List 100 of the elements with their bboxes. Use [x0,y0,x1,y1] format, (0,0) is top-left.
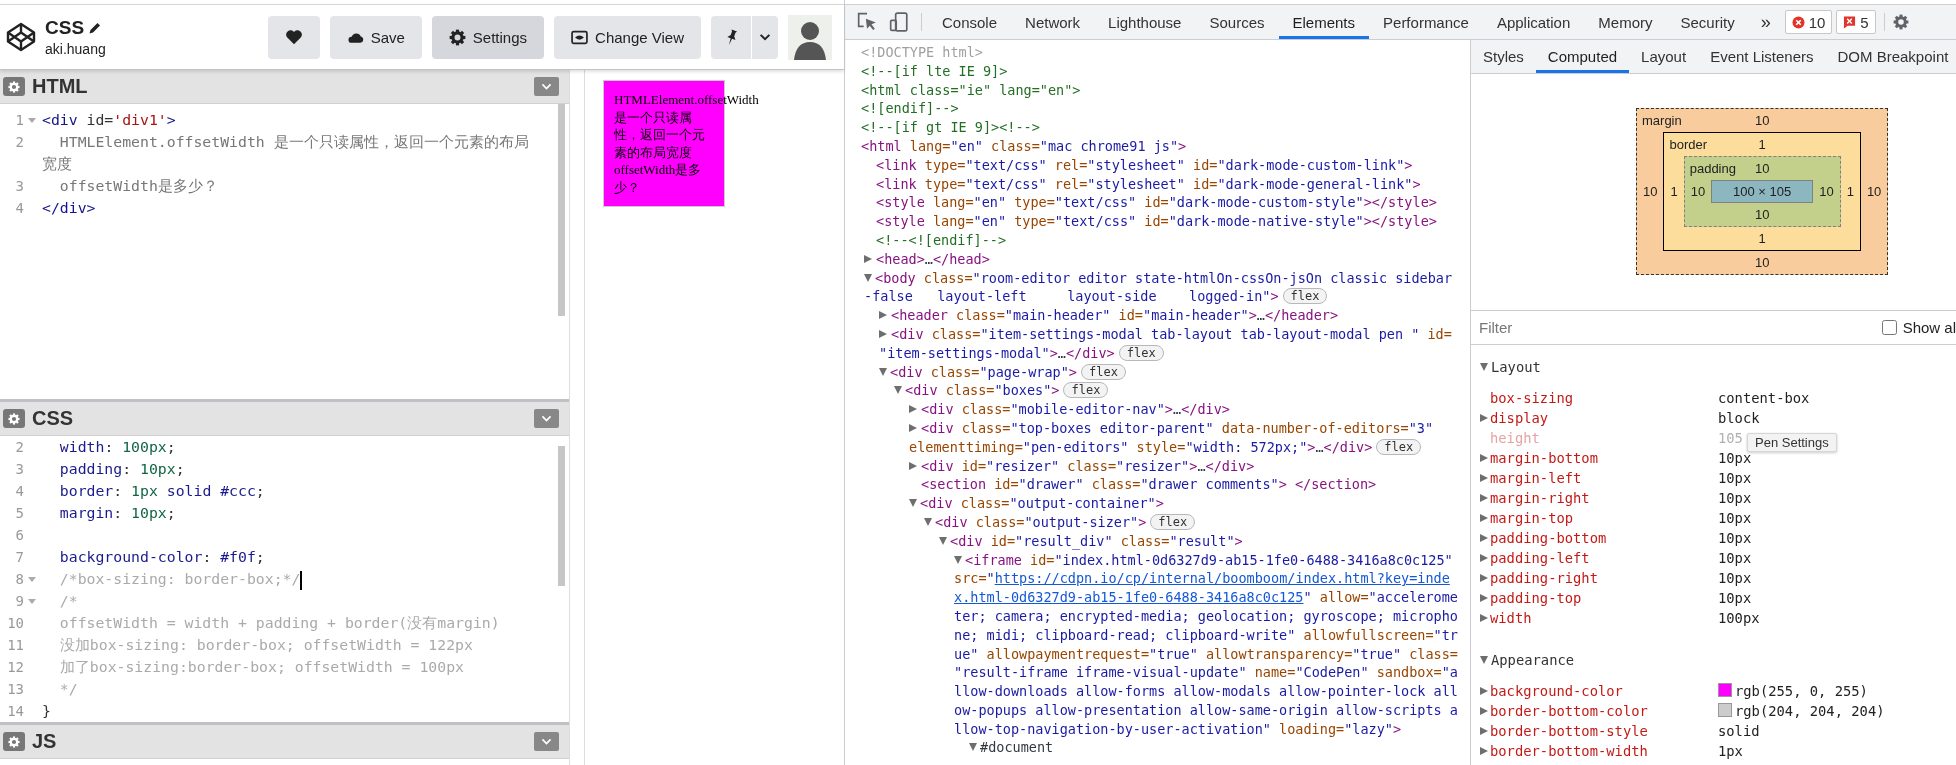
settings-button[interactable]: Settings [431,15,545,59]
dom-node-text[interactable]: <div id="resizer" class="resizer">…</div> [921,457,1255,474]
triangle-down-icon[interactable] [894,386,902,395]
section-title[interactable]: Appearance [1491,650,1575,670]
scrollbar-thumb[interactable] [558,104,565,316]
dom-node-text[interactable]: <div class="boxes"> [905,382,1060,399]
dom-node-text[interactable]: <div class="item-settings-modal tab-layout tab-layout-modal pen " id= [891,325,1452,342]
triangle-right-icon[interactable] [1480,687,1488,695]
dom-node-text[interactable]: ne; midi; clipboard-read; clipboard-write" allowfullscreen="tr [954,626,1458,643]
triangle-right-icon[interactable] [1480,534,1488,542]
triangle-right-icon[interactable] [909,461,917,470]
filter-field[interactable]: Filter [1479,319,1882,336]
scrollbar-thumb[interactable] [558,446,565,586]
dom-node-text[interactable]: elementtiming="pen-editors" style="width: 572px;">…</div> [909,438,1373,455]
dom-node-text[interactable]: <body class="room-editor editor state-htmlOn-cssOn-jsOn classic sidebar [875,269,1453,286]
like-button[interactable] [267,15,320,59]
panel-settings-button[interactable] [3,77,25,96]
devtools-tab[interactable]: Elements [1278,5,1370,39]
triangle-down-icon[interactable] [954,555,962,564]
box-value[interactable]: 1 [1758,227,1766,250]
sidebar-tab[interactable]: DOM Breakpoint [1825,40,1956,73]
devtools-tab[interactable]: Network [1011,5,1095,39]
triangle-right-icon[interactable] [1480,707,1488,715]
url-link[interactable]: x.html-0d6327d9-ab15-1fe0-6488-3416a8c0c125 [954,589,1304,606]
layout-badge[interactable]: flex [1080,363,1126,380]
dom-node-text[interactable]: <div class="output-sizer"> [935,513,1147,530]
box-value[interactable]: 10 [1684,184,1712,199]
section-title[interactable]: Layout [1491,357,1541,377]
triangle-right-icon[interactable] [879,329,887,338]
dom-node-text[interactable]: <div class="top-boxes editor-parent" data-number-of-editors="3" [921,419,1434,436]
dom-node-text[interactable]: ter; camera; encrypted-media; geolocation; gyroscope; micropho [954,607,1458,624]
issue-count-button[interactable]: 5 [1836,10,1876,34]
box-value[interactable]: 10 [1754,203,1770,226]
dom-node-text[interactable]: llow-downloads allow-forms allow-modals allow-pointer-lock all [954,683,1458,700]
triangle-right-icon[interactable] [864,254,872,263]
triangle-right-icon[interactable] [909,423,917,432]
dom-node-text[interactable]: <html class="ie" lang="en"> [861,81,1081,98]
dom-node-text[interactable]: "result-iframe iframe-visual-update" name="CodePen" sandbox="a [954,664,1458,681]
triangle-right-icon[interactable] [1480,594,1488,602]
devtools-tab[interactable]: Console [928,5,1012,39]
box-value[interactable]: 10 [1637,184,1664,199]
collapse-button[interactable] [534,77,559,96]
logo-icon[interactable] [5,21,37,53]
dom-node-text[interactable]: "item-settings-modal">…</div> [879,344,1115,361]
triangle-down-icon[interactable] [924,517,932,526]
color-swatch[interactable] [1718,683,1732,697]
devtools-tab[interactable]: Lighthouse [1094,5,1196,39]
triangle-down-icon[interactable] [909,499,917,508]
dom-node-text[interactable]: <html lang="en" class="mac chrome91 js"> [861,138,1187,154]
dropdown-button[interactable] [751,15,778,59]
box-value[interactable]: 10 [1813,184,1840,199]
pin-button[interactable] [711,15,751,59]
sidebar-tab[interactable]: Layout [1629,40,1699,73]
triangle-right-icon[interactable] [1480,474,1488,482]
color-swatch[interactable] [1718,703,1732,717]
triangle-right-icon[interactable] [1480,614,1488,622]
dom-node-text[interactable]: <iframe id="index.html-0d6327d9-ab15-1fe0-6488-3416a8c0c125" [965,551,1453,568]
dom-node-text[interactable]: x.html-0d6327d9-ab15-1fe0-6488-3416a8c0c125" allow="accelerome [954,589,1458,606]
triangle-right-icon[interactable] [1480,514,1488,522]
sidebar-tab[interactable]: Computed [1535,40,1630,73]
checkbox-label[interactable]: Show al [1902,319,1956,336]
devtools-tab[interactable]: Performance [1369,5,1483,39]
dom-node-text[interactable]: <div class="page-wrap"> [890,363,1077,380]
dom-node-text[interactable]: <header class="main-header" id="main-header">…</header> [891,307,1339,324]
box-value[interactable]: 10 [1754,161,1770,176]
triangle-right-icon[interactable] [909,405,917,414]
dom-node-text[interactable]: <![endif]--> [861,100,959,117]
devtools-tab[interactable]: Sources [1195,5,1279,39]
panel-settings-button[interactable] [3,409,25,428]
triangle-right-icon[interactable] [879,311,887,320]
save-button[interactable]: Save [329,15,422,59]
box-value[interactable]: 1 [1758,137,1766,152]
dom-node-text[interactable]: <div class="output-container"> [920,495,1164,512]
dom-node-text[interactable]: <style lang="en" type="text/css" id="dark-mode-custom-style"></style> [876,194,1437,211]
dom-node-text[interactable]: <head>…</head> [876,250,990,267]
triangle-down-icon[interactable] [864,273,872,282]
box-value[interactable]: 10 [1754,251,1770,274]
dom-node-text[interactable]: ow-popups allow-presentation allow-same-origin allow-scripts a [954,701,1458,718]
dom-node-text[interactable]: llow-top-navigation-by-user-activation" loading="lazy"> [954,720,1402,737]
dom-node-text[interactable]: ue" allowpaymentrequest="true" allowtransparency="true" class= [954,645,1458,662]
more-tabs-button[interactable]: » [1748,5,1783,39]
triangle-down-icon[interactable] [969,743,977,752]
triangle-right-icon[interactable] [1480,747,1488,755]
dom-node-text[interactable]: <!--[if lte IE 9]> [861,62,1008,79]
collapse-button[interactable] [534,732,559,751]
triangle-down-icon[interactable] [939,536,947,545]
pencil-icon[interactable] [88,21,103,35]
url-link[interactable]: https://cdpn.io/cp/internal/boomboom/index.html?key=inde [994,570,1450,587]
triangle-right-icon[interactable] [1480,414,1488,422]
layout-badge[interactable]: flex [1118,344,1164,361]
sidebar-tab[interactable]: Styles [1471,40,1536,73]
triangle-down-icon[interactable] [879,367,887,376]
triangle-down-icon[interactable] [1480,656,1488,664]
dom-node-text[interactable]: <!--<![endif]--> [876,231,1007,248]
show-all-checkbox[interactable] [1881,320,1897,335]
box-value[interactable]: 1 [1664,184,1684,199]
triangle-right-icon[interactable] [1480,574,1488,582]
devtools-tab[interactable]: Memory [1584,5,1667,39]
sidebar-tab[interactable]: Event Listeners [1698,40,1826,73]
panel-settings-button[interactable] [3,732,25,751]
